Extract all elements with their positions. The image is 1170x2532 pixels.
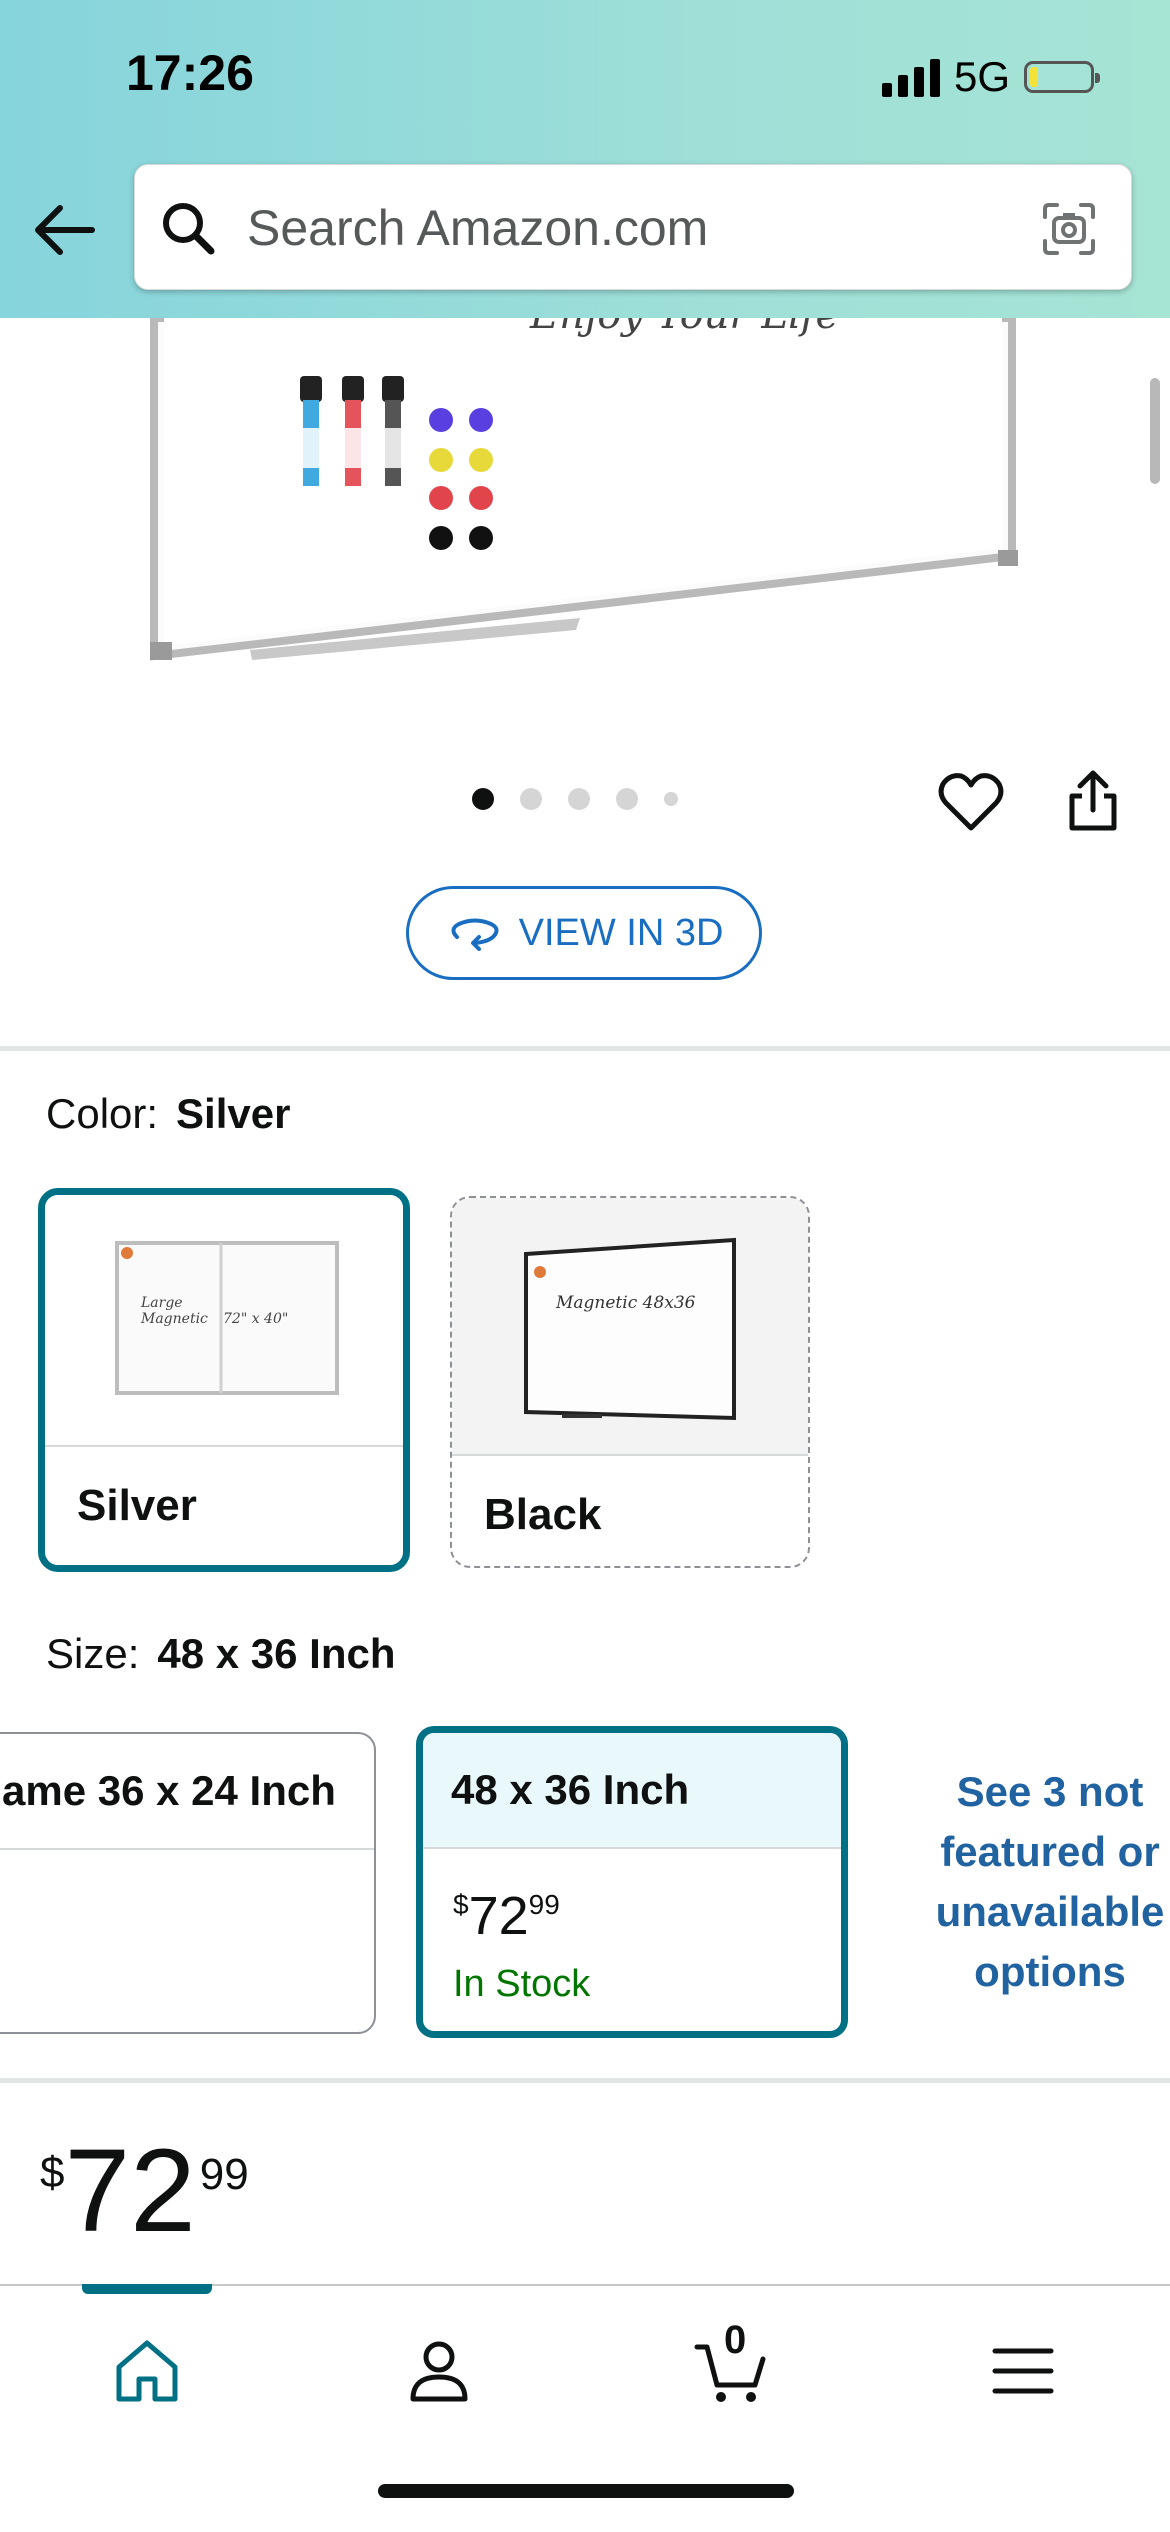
price-whole: 72 (468, 1886, 529, 1946)
product-image[interactable]: Enjoy Your Life (0, 318, 1170, 738)
size-option-label: 48 x 36 Inch (423, 1733, 841, 1849)
camera-search-icon[interactable] (1041, 201, 1097, 257)
tab-menu[interactable] (968, 2316, 1078, 2426)
marker-blue (300, 376, 322, 486)
carousel-dot[interactable] (664, 792, 678, 806)
cart-count: 0 (724, 2318, 747, 2362)
active-tab-indicator (82, 2284, 212, 2294)
search-input[interactable] (245, 189, 1009, 267)
product-price: $ 72 99 (40, 2126, 249, 2256)
color-option-black[interactable]: Magnetic 48x36 Black (450, 1196, 810, 1568)
status-indicators: 5G (881, 52, 1100, 102)
color-option-black-label: Black (452, 1454, 808, 1566)
size-label: Size: 48 x 36 Inch (46, 1630, 396, 1678)
whiteboard-image: Enjoy Your Life (150, 318, 1018, 661)
header: 17:26 5G (0, 0, 1170, 318)
back-arrow-icon[interactable] (32, 200, 96, 260)
price-currency: $ (40, 2148, 65, 2197)
thumb-text: Large (140, 1295, 183, 1311)
hamburger-menu-icon (992, 2348, 1054, 2394)
tab-home[interactable] (92, 2316, 202, 2426)
size-option-label: ame 36 x 24 Inch (0, 1734, 374, 1850)
search-icon (163, 203, 215, 255)
status-time: 17:26 (126, 45, 254, 101)
thumb-text: Magnetic (140, 1311, 208, 1327)
view-in-3d-button[interactable]: VIEW IN 3D (406, 886, 762, 980)
image-carousel-dots[interactable] (472, 788, 678, 810)
price-fraction: 99 (528, 1889, 560, 1920)
carousel-dot-active[interactable] (472, 788, 494, 810)
carousel-dot[interactable] (568, 788, 590, 810)
color-label: Color: Silver (46, 1090, 290, 1138)
view-in-3d-label: VIEW IN 3D (518, 911, 724, 954)
cellular-signal-icon (881, 57, 940, 97)
section-divider (0, 1046, 1170, 1051)
black-whiteboard-thumbnail: Magnetic 48x36 (452, 1198, 808, 1454)
price-whole: 72 (64, 2125, 196, 2257)
tab-account[interactable] (384, 2316, 494, 2426)
carousel-dot[interactable] (616, 788, 638, 810)
availability-status: In Stock (453, 1963, 591, 2005)
thumb-text: 72" x 40" (223, 1311, 288, 1327)
silver-whiteboard-thumbnail: Large Magnetic 72" x 40" (45, 1195, 403, 1451)
section-divider (0, 2078, 1170, 2083)
see-unavailable-options-link[interactable]: See 3 not featured or unavailable option… (900, 1762, 1170, 2002)
color-option-silver[interactable]: Large Magnetic 72" x 40" Silver (38, 1188, 410, 1572)
marker-black (382, 376, 404, 486)
user-icon (410, 2341, 468, 2402)
color-option-silver-label: Silver (45, 1445, 403, 1565)
selected-size: 48 x 36 Inch (157, 1630, 396, 1677)
heart-icon[interactable] (936, 768, 1006, 838)
network-type: 5G (953, 53, 1010, 100)
rotate-3d-icon (451, 918, 499, 951)
marker-red (342, 376, 364, 486)
selected-color: Silver (176, 1090, 291, 1137)
scrollbar[interactable] (1150, 378, 1160, 484)
size-option-36x24[interactable]: ame 36 x 24 Inch (0, 1732, 376, 2034)
price-fraction: 99 (199, 2150, 249, 2199)
thumb-text: Magnetic 48x36 (555, 1293, 696, 1313)
home-indicator[interactable] (378, 2484, 794, 2498)
share-icon[interactable] (1058, 766, 1128, 836)
size-label-text: Size: (46, 1630, 140, 1677)
size-option-price: $7299 (453, 1885, 560, 1947)
battery-icon (1024, 61, 1100, 93)
search-bar[interactable] (134, 164, 1132, 290)
size-option-48x36[interactable]: 48 x 36 Inch $7299 In Stock (416, 1726, 848, 2038)
carousel-dot[interactable] (520, 788, 542, 810)
home-icon (116, 2340, 178, 2402)
color-label-text: Color: (46, 1090, 159, 1137)
price-currency: $ (453, 1889, 469, 1920)
board-caption: Enjoy Your Life (529, 318, 839, 338)
